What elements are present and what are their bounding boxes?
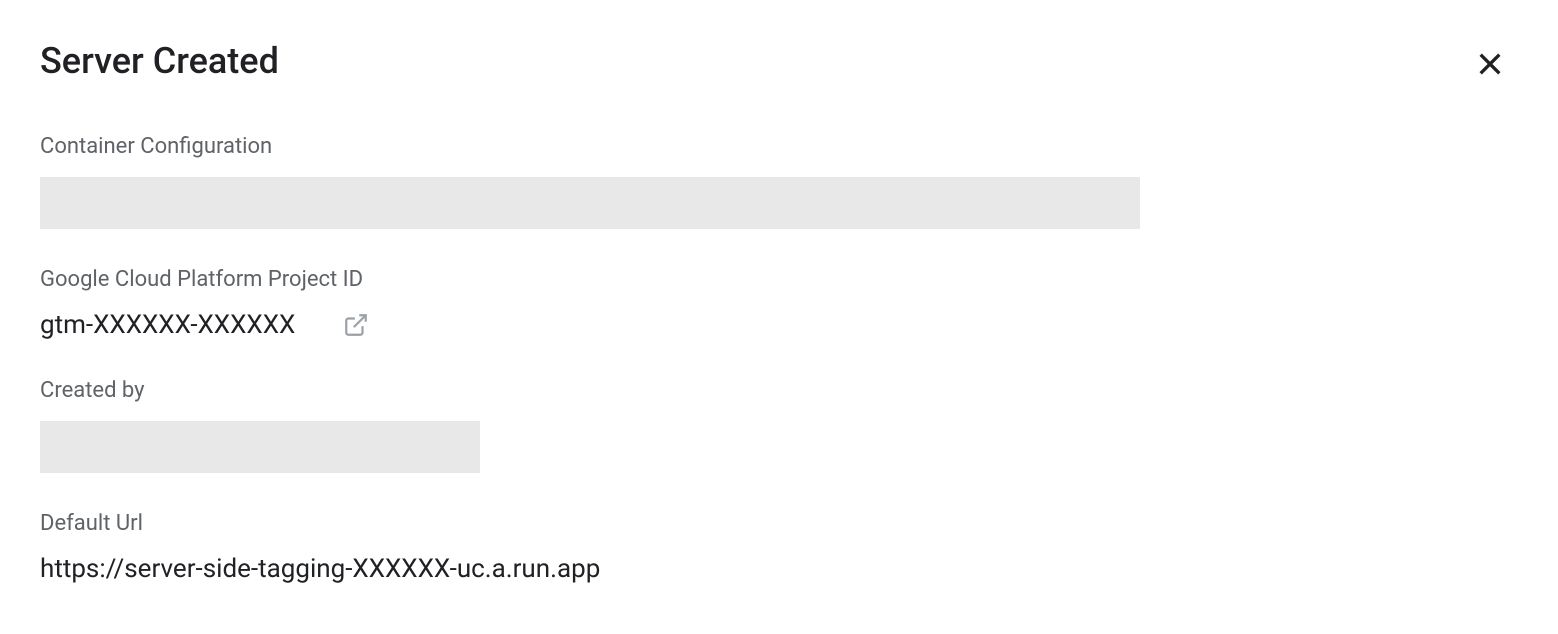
gcp-project-id-field: Google Cloud Platform Project ID gtm-XXX…: [40, 267, 1518, 340]
container-configuration-label: Container Configuration: [40, 134, 1518, 159]
dialog-title: Server Created: [40, 40, 279, 82]
open-external-button[interactable]: [343, 312, 369, 338]
created-by-field: Created by: [40, 378, 1518, 473]
gcp-project-id-label: Google Cloud Platform Project ID: [40, 267, 1518, 292]
default-url-field: Default Url https://server-side-tagging-…: [40, 511, 1518, 584]
gcp-project-id-value: gtm-XXXXXX-XXXXXX: [40, 310, 295, 340]
close-button[interactable]: [1472, 46, 1508, 82]
created-by-value-redacted: [40, 421, 480, 473]
close-icon: [1474, 48, 1506, 80]
default-url-label: Default Url: [40, 511, 1518, 536]
created-by-label: Created by: [40, 378, 1518, 403]
container-configuration-value-redacted: [40, 177, 1140, 229]
open-external-icon: [343, 312, 369, 338]
default-url-value: https://server-side-tagging-XXXXXX-uc.a.…: [40, 554, 1518, 584]
container-configuration-field: Container Configuration: [40, 134, 1518, 229]
dialog-header: Server Created: [40, 40, 1518, 82]
gcp-project-id-row: gtm-XXXXXX-XXXXXX: [40, 310, 1518, 340]
